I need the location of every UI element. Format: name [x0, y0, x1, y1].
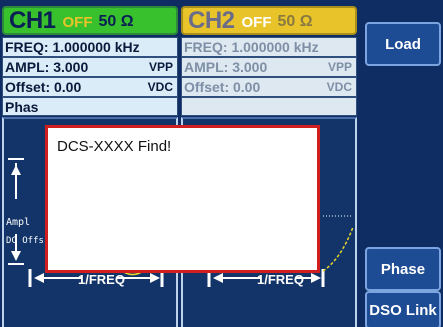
ch1-ampl-field[interactable]: AMPL: 3.000 VPP	[2, 57, 178, 77]
ch1-name: CH1	[9, 6, 56, 34]
ch2-impedance: 50 Ω	[277, 12, 313, 30]
ch1-offset-unit: VDC	[147, 80, 173, 94]
ch1-ampl-unit: VPP	[148, 60, 173, 74]
find-dialog: DCS-XXXX Find!	[45, 125, 320, 273]
ch2-offset-field[interactable]: Offset: 0.00 VDC	[181, 77, 357, 97]
ch1-freq-field[interactable]: FREQ: 1.000000 kHz	[2, 37, 178, 57]
ch2-output-state: OFF	[241, 13, 272, 31]
ch1-phase-label: Phas	[5, 98, 39, 115]
ch1-header[interactable]: CH1 OFF 50 Ω	[2, 6, 178, 35]
ch2-ampl-unit: VPP	[327, 60, 352, 74]
ch2-ampl-value: AMPL: 3.000	[184, 59, 268, 75]
ch1-wave-ampl-label: Ampl	[6, 217, 31, 228]
ch1-impedance: 50 Ω	[98, 12, 134, 30]
softkey-column: Load Phase DSO Link	[360, 0, 443, 327]
ch2-name: CH2	[188, 6, 235, 34]
ch2-offset-value: Offset: 0.00	[184, 79, 261, 95]
ch2-freq-marker-label: 1/FREQ	[257, 272, 304, 287]
ch1-offset-value: Offset: 0.00	[5, 79, 82, 95]
ch1-wave-dc-label: DC Offs	[6, 236, 44, 246]
ch1-phase-field[interactable]: Phas	[2, 97, 178, 116]
dso-link-button[interactable]: DSO Link	[365, 291, 441, 327]
ch1-freq-value: FREQ: 1.000000 kHz	[5, 39, 140, 55]
ch2-freq-field[interactable]: FREQ: 1.000000 kHz	[181, 37, 357, 57]
dialog-message: DCS-XXXX Find!	[57, 138, 172, 155]
ch2-header[interactable]: CH2 OFF 50 Ω	[181, 6, 357, 35]
phase-button[interactable]: Phase	[365, 247, 441, 291]
ch2-offset-unit: VDC	[326, 80, 352, 94]
ch1-offset-field[interactable]: Offset: 0.00 VDC	[2, 77, 178, 97]
ch1-freq-marker-label: 1/FREQ	[78, 272, 125, 287]
ch1-ampl-value: AMPL: 3.000	[5, 59, 89, 75]
function-generator-screen: CH1 OFF 50 Ω FREQ: 1.000000 kHz AMPL: 3.…	[0, 0, 443, 327]
ch2-ampl-field[interactable]: AMPL: 3.000 VPP	[181, 57, 357, 77]
load-button[interactable]: Load	[365, 22, 441, 66]
ch2-freq-value: FREQ: 1.000000 kHz	[184, 39, 319, 55]
ch1-output-state: OFF	[62, 13, 93, 31]
ch2-phase-field[interactable]	[181, 97, 357, 116]
